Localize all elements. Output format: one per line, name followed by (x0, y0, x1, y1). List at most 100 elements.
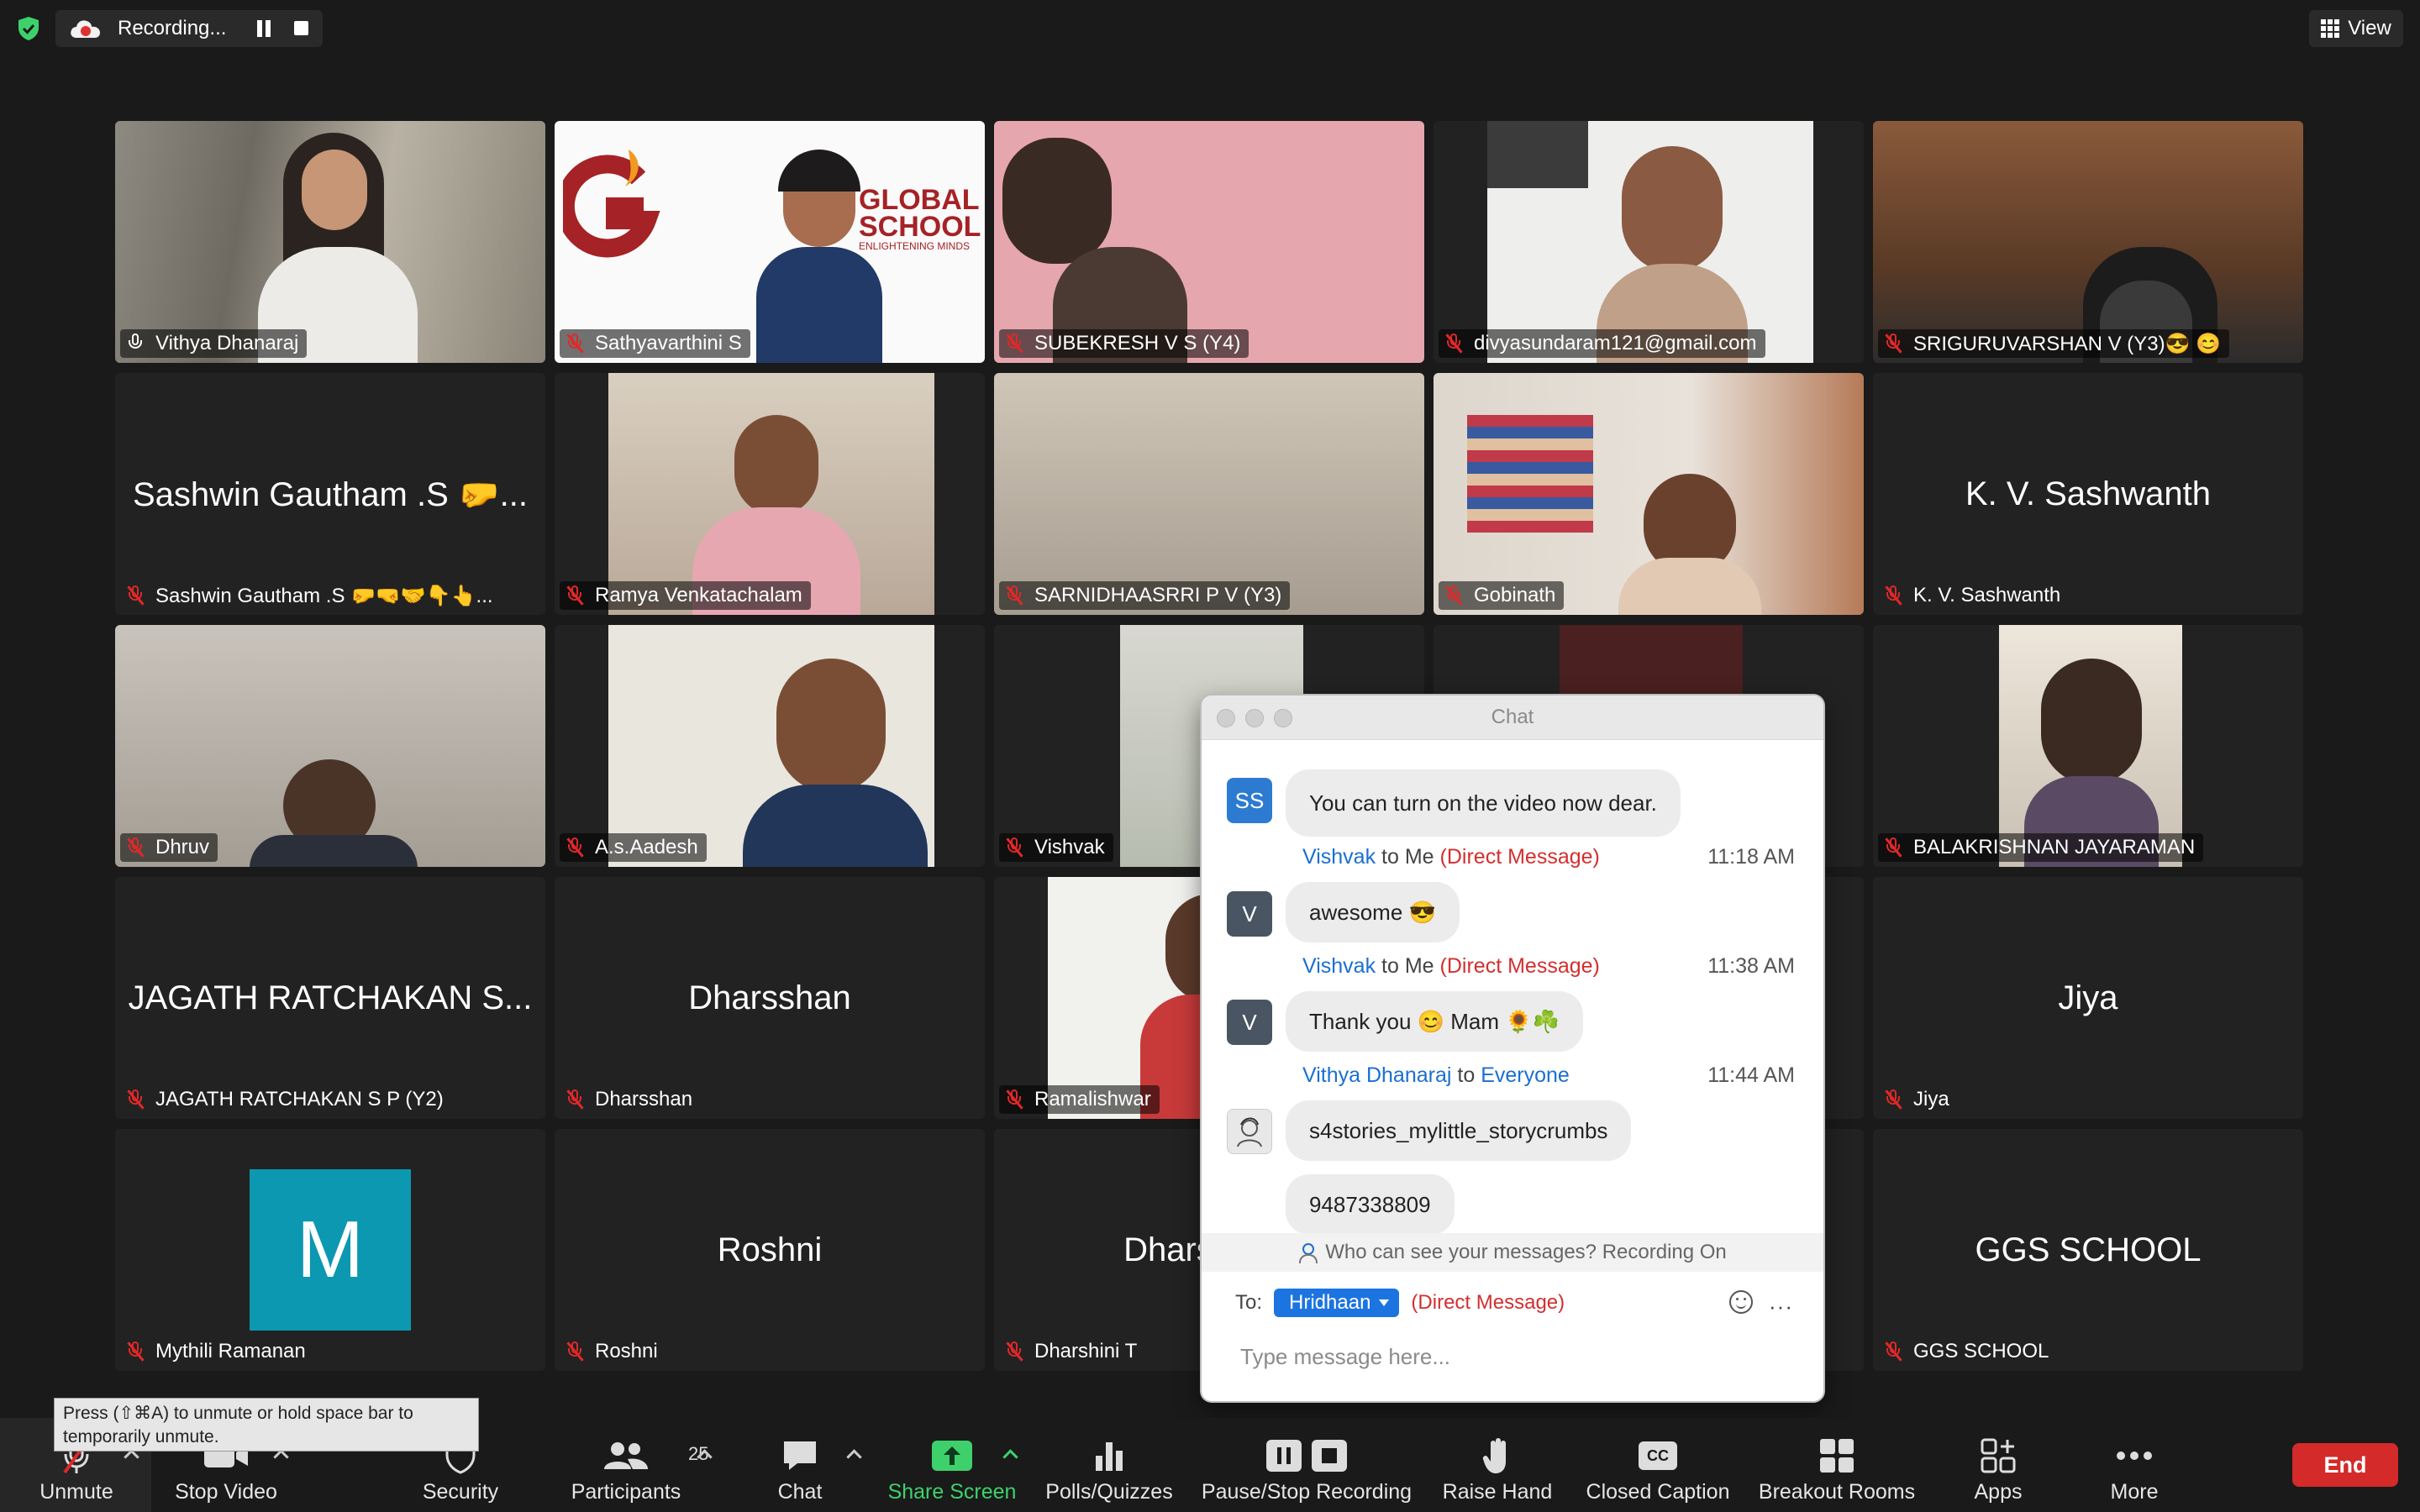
video-tile[interactable]: JAGATH RATCHAKAN S... JAGATH RATCHAKAN S… (115, 877, 545, 1119)
maximize-window-icon[interactable] (1274, 709, 1292, 727)
message-visibility-notice[interactable]: Who can see your messages? Recording On (1202, 1233, 1823, 1272)
muted-microphone-icon (1445, 585, 1463, 606)
recipient-name: Hridhaan (1289, 1291, 1371, 1314)
polls-quizzes-label: Polls/Quizzes (1045, 1480, 1173, 1504)
closed-caption-label: Closed Caption (1586, 1480, 1730, 1504)
video-tile[interactable]: BALAKRISHNAN JAYARAMAN (1873, 625, 2303, 867)
close-window-icon[interactable] (1217, 709, 1235, 727)
breakout-rooms-label: Breakout Rooms (1758, 1480, 1916, 1504)
participant-name-label: Dharshini T (999, 1337, 1145, 1366)
participant-name-label: Mythili Ramanan (120, 1337, 314, 1366)
school-logo-line2: SCHOOL (859, 211, 981, 243)
participant-name-label: SARNIDHAASRRI P V (Y3) (999, 581, 1291, 610)
chat-message-bubble[interactable]: Thank you 😊 Mam 🌻☘️ (1286, 991, 1583, 1052)
video-tile[interactable]: K. V. Sashwanth K. V. Sashwanth (1873, 373, 2303, 615)
chat-message-bubble[interactable]: 9487338809 (1286, 1174, 1455, 1235)
muted-microphone-icon (1885, 1341, 1902, 1362)
video-tile[interactable]: Dhruv (115, 625, 545, 867)
participant-display-name: Dharsshan (688, 979, 851, 1016)
unmute-label: Unmute (39, 1480, 113, 1504)
participant-name: Mythili Ramanan (155, 1340, 306, 1362)
breakout-rooms-button[interactable]: Breakout Rooms (1756, 1418, 1918, 1512)
visibility-notice-text: Who can see your messages? Recording On (1325, 1241, 1727, 1263)
end-meeting-button[interactable]: End (2292, 1443, 2398, 1487)
video-tile[interactable]: Dharsshan Dharsshan (555, 877, 985, 1119)
stop-recording-icon[interactable] (294, 21, 308, 35)
to-word: to (1457, 1063, 1476, 1087)
chat-message-bubble[interactable]: You can turn on the video now dear. (1286, 769, 1681, 837)
participant-name: Sashwin Gautham .S 🤛🤜🤝👇👆... (155, 584, 493, 607)
more-button[interactable]: More (2092, 1418, 2176, 1512)
video-tile[interactable]: SUBEKRESH V S (Y4) (994, 121, 1424, 363)
share-screen-button[interactable]: Share Screen (884, 1418, 1020, 1512)
sender-name[interactable]: Vishvak (1302, 845, 1376, 869)
participant-name-label: divyasundaram121@gmail.com (1439, 329, 1765, 358)
participant-video (1487, 121, 1813, 363)
apps-button[interactable]: Apps (1956, 1418, 2040, 1512)
muted-microphone-icon (1006, 837, 1023, 858)
video-tile[interactable]: Roshni Roshni (555, 1129, 985, 1371)
chat-title: Chat (1491, 706, 1534, 728)
recipient-dropdown[interactable]: Hridhaan (1274, 1289, 1400, 1317)
video-tile[interactable]: Jiya Jiya (1873, 877, 2303, 1119)
participants-icon (604, 1442, 648, 1469)
participant-name-label: Jiya (1878, 1085, 1958, 1114)
chat-window[interactable]: Chat SS You can turn on the video now de… (1202, 696, 1823, 1401)
chat-label: Chat (777, 1480, 823, 1504)
recipient-name: Me (1404, 845, 1434, 869)
participant-name: JAGATH RATCHAKAN S P (Y2) (155, 1088, 444, 1110)
chat-message-input[interactable] (1239, 1339, 1788, 1374)
minimize-window-icon[interactable] (1245, 709, 1264, 727)
pause-recording-icon[interactable] (255, 20, 272, 37)
sender-name[interactable]: Vishvak (1302, 954, 1376, 978)
more-options-icon[interactable]: ··· (1769, 1294, 1793, 1320)
sender-name[interactable]: Vithya Dhanaraj (1302, 1063, 1451, 1087)
recording-indicator[interactable]: Recording... (55, 10, 323, 47)
muted-microphone-icon (566, 333, 584, 354)
closed-caption-button[interactable]: CC Closed Caption (1580, 1418, 1736, 1512)
raise-hand-button[interactable]: Raise Hand (1439, 1418, 1556, 1512)
video-tile[interactable]: M Mythili Ramanan (115, 1129, 545, 1371)
raise-hand-label: Raise Hand (1442, 1480, 1553, 1504)
video-tile[interactable]: Vithya Dhanaraj (115, 121, 545, 363)
participant-name: GGS SCHOOL (1913, 1340, 2049, 1362)
video-tile[interactable]: GLOBAL SCHOOL ENLIGHTENING MINDS Sathyav… (555, 121, 985, 363)
polls-quizzes-button[interactable]: Polls/Quizzes (1040, 1418, 1178, 1512)
chat-message-bubble[interactable]: s4stories_mylittle_storycrumbs (1286, 1100, 1632, 1161)
video-tile[interactable]: Sashwin Gautham .S 🤛... Sashwin Gautham … (115, 373, 545, 615)
video-tile[interactable]: SARNIDHAASRRI P V (Y3) (994, 373, 1424, 615)
pause-stop-recording-button[interactable]: Pause/Stop Recording (1195, 1418, 1418, 1512)
participant-name-label: K. V. Sashwanth (1878, 581, 2069, 610)
chat-message-list[interactable]: SS You can turn on the video now dear. V… (1202, 739, 1823, 1242)
participant-video (115, 625, 545, 867)
recipient-mode: (Direct Message) (1411, 1291, 1565, 1314)
recipient-name: Everyone (1481, 1063, 1570, 1087)
view-button[interactable]: View (2309, 10, 2403, 47)
to-label: To: (1235, 1291, 1263, 1314)
video-tile[interactable]: SRIGURUVARSHAN V (Y3)😎 😊 (1873, 121, 2303, 363)
message-timestamp: 11:44 AM (1707, 1063, 1795, 1087)
to-word: to (1381, 954, 1399, 978)
participant-video (994, 121, 1424, 363)
muted-microphone-icon (1445, 333, 1463, 354)
chat-message-header: Vishvak to Me (Direct Message) (1302, 954, 1600, 979)
participants-button[interactable]: 25 Participants (563, 1418, 708, 1512)
participant-name-label: Vithya Dhanaraj (120, 329, 308, 358)
participant-video: GLOBAL SCHOOL ENLIGHTENING MINDS (555, 121, 985, 363)
video-tile[interactable]: Ramya Venkatachalam (555, 373, 985, 615)
emoji-icon[interactable] (1729, 1290, 1753, 1314)
security-shield-icon[interactable] (15, 15, 42, 42)
raise-hand-icon (1482, 1438, 1506, 1473)
chat-button[interactable]: Chat (760, 1418, 840, 1512)
video-tile[interactable]: GGS SCHOOL GGS SCHOOL (1873, 1129, 2303, 1371)
school-logo-tagline: ENLIGHTENING MINDS (859, 240, 971, 252)
video-tile[interactable]: Gobinath (1434, 373, 1864, 615)
participant-name-label: A.s.Aadesh (560, 833, 707, 862)
participant-name: Dhruv (155, 836, 210, 858)
video-tile[interactable]: divyasundaram121@gmail.com (1434, 121, 1864, 363)
chat-title-bar[interactable]: Chat (1202, 696, 1823, 740)
chat-options-caret-icon[interactable] (846, 1449, 862, 1465)
participant-name: Gobinath (1474, 584, 1556, 606)
video-tile[interactable]: A.s.Aadesh (555, 625, 985, 867)
chat-message-bubble[interactable]: awesome 😎 (1286, 882, 1460, 942)
